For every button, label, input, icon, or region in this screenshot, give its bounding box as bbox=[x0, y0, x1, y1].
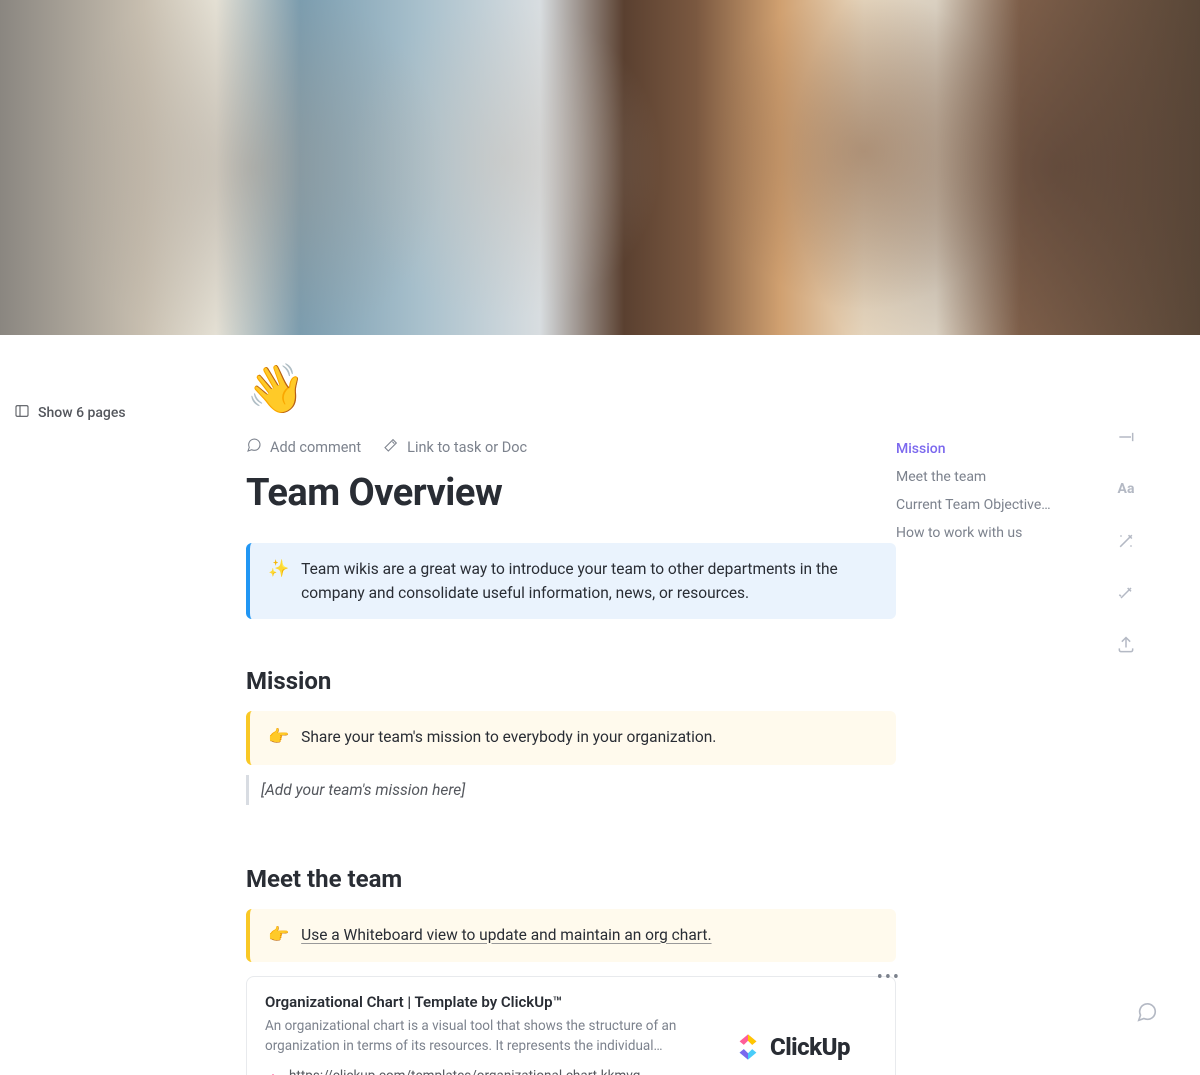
comment-icon bbox=[246, 437, 262, 457]
link-card-title: Organizational Chart | Template by Click… bbox=[265, 993, 687, 1011]
ai-wand-icon[interactable] bbox=[1114, 529, 1138, 553]
page-emoji[interactable]: 👋 bbox=[246, 335, 896, 413]
mission-placeholder[interactable]: [Add your team's mission here] bbox=[246, 775, 896, 805]
meet-team-callout-link[interactable]: Use a Whiteboard view to update and main… bbox=[301, 923, 711, 949]
add-comment-button[interactable]: Add comment bbox=[246, 437, 361, 457]
link-task-label: Link to task or Doc bbox=[407, 439, 527, 456]
floating-comment-button[interactable] bbox=[1136, 1001, 1160, 1025]
intro-callout-text: Team wikis are a great way to introduce … bbox=[301, 557, 878, 605]
add-comment-label: Add comment bbox=[270, 439, 361, 456]
toc-item-1[interactable]: Meet the team bbox=[896, 463, 1051, 491]
page-title: Team Overview bbox=[246, 471, 896, 515]
link-card-url: https://clickup.com/templates/organizati… bbox=[289, 1068, 687, 1075]
show-pages-label: Show 6 pages bbox=[38, 405, 126, 421]
mission-callout: 👉 Share your team's mission to everybody… bbox=[246, 711, 896, 765]
intro-callout: ✨ Team wikis are a great way to introduc… bbox=[246, 543, 896, 619]
toc-item-3[interactable]: How to work with us bbox=[896, 519, 1051, 547]
meet-team-callout: 👉 Use a Whiteboard view to update and ma… bbox=[246, 909, 896, 963]
point-right-icon: 👉 bbox=[268, 923, 289, 949]
card-menu-button[interactable]: ••• bbox=[877, 967, 901, 988]
share-icon[interactable] bbox=[1114, 633, 1138, 657]
clickup-wordmark: ClickUp bbox=[770, 1033, 850, 1061]
link-card-thumbnail: ClickUp bbox=[707, 993, 877, 1075]
cover-image bbox=[0, 0, 1200, 335]
point-right-icon: 👉 bbox=[268, 725, 289, 751]
sparkles-icon: ✨ bbox=[268, 557, 289, 605]
typography-icon[interactable]: Aa bbox=[1114, 477, 1138, 501]
org-chart-link-card[interactable]: ••• Organizational Chart | Template by C… bbox=[246, 976, 896, 1075]
toc-item-0[interactable]: Mission bbox=[896, 435, 1051, 463]
meet-team-heading: Meet the team bbox=[246, 865, 896, 893]
toc-item-2[interactable]: Current Team Objective… bbox=[896, 491, 1051, 519]
clickup-logo-icon bbox=[734, 1033, 762, 1061]
sidebar-icon bbox=[14, 403, 30, 423]
show-pages-button[interactable]: Show 6 pages bbox=[14, 403, 246, 423]
mission-heading: Mission bbox=[246, 667, 896, 695]
settings-wand-icon[interactable] bbox=[1114, 581, 1138, 605]
collapse-icon[interactable] bbox=[1114, 425, 1138, 449]
link-task-button[interactable]: Link to task or Doc bbox=[383, 437, 527, 457]
link-card-desc: An organizational chart is a visual tool… bbox=[265, 1017, 687, 1056]
mission-callout-text: Share your team's mission to everybody i… bbox=[301, 725, 716, 751]
wand-icon bbox=[383, 437, 399, 457]
table-of-contents: MissionMeet the teamCurrent Team Objecti… bbox=[896, 335, 1096, 1075]
